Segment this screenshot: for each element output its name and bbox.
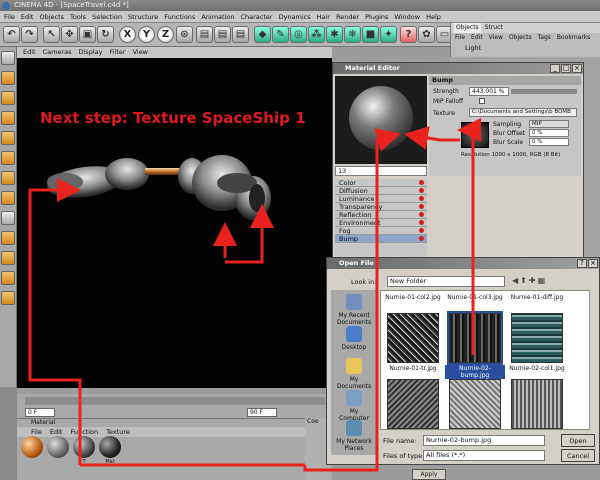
annotation-arrows <box>28 118 481 472</box>
